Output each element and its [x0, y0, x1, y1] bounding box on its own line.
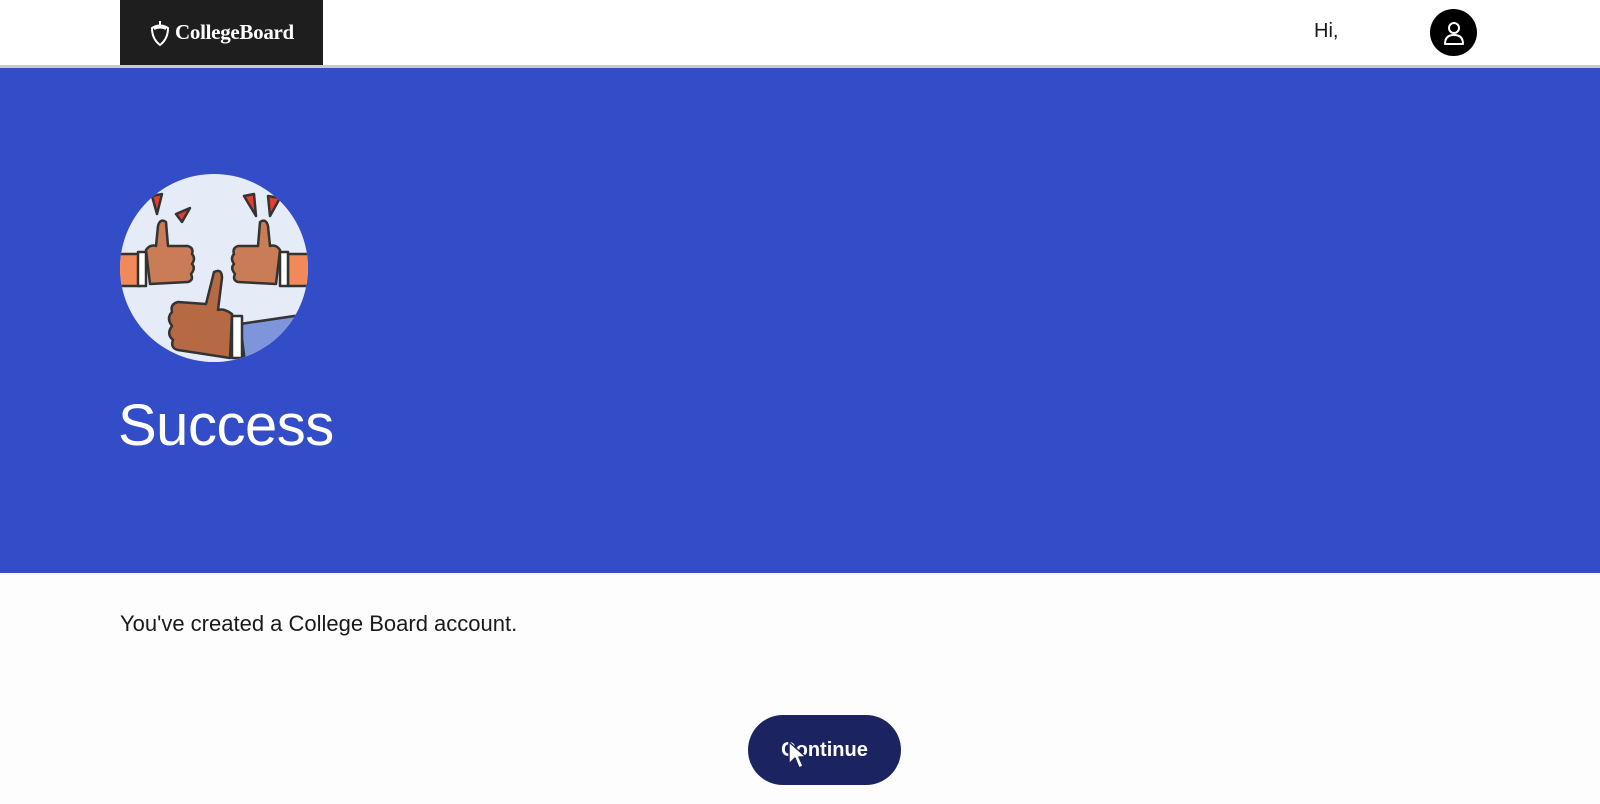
page-title: Success: [118, 393, 334, 458]
user-icon: [1443, 21, 1464, 45]
logo-text: CollegeBoard: [175, 20, 294, 44]
success-banner: Success: [0, 68, 1600, 573]
acorn-icon: [151, 20, 170, 46]
confirmation-message: You've created a College Board account.: [120, 611, 518, 636]
account-menu-button[interactable]: [1430, 9, 1477, 56]
thumbs-up-illustration: [120, 174, 308, 362]
continue-button[interactable]: Continue: [748, 715, 901, 785]
user-greeting: Hi,: [1314, 20, 1339, 42]
site-header: CollegeBoard Hi,: [0, 0, 1600, 68]
college-board-logo[interactable]: CollegeBoard: [120, 0, 323, 65]
